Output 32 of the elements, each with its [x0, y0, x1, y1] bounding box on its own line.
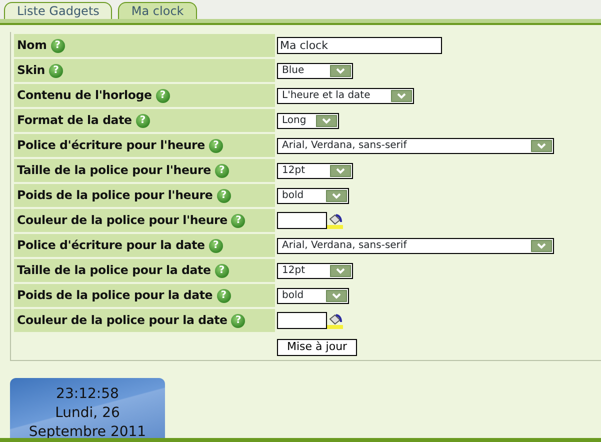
- field-label: Police d'écriture pour la date: [17, 236, 205, 254]
- paint-bucket-icon[interactable]: [327, 312, 343, 328]
- field-label: Police d'écriture pour l'heure: [17, 136, 205, 154]
- tab[interactable]: Ma clock: [118, 2, 197, 19]
- dropdown[interactable]: Arial, Verdana, sans-serif: [277, 238, 554, 254]
- field-label: Couleur de la police pour la date: [17, 312, 228, 329]
- name-field[interactable]: Ma clock: [277, 37, 442, 54]
- clock-time: 23:12:58: [56, 385, 119, 404]
- field-label: Poids de la police pour la date: [17, 286, 213, 304]
- tab[interactable]: Liste Gadgets: [4, 2, 112, 19]
- dropdown[interactable]: 12pt: [277, 162, 353, 178]
- update-button[interactable]: Mise à jour: [277, 338, 358, 356]
- field-label: Couleur de la police pour l'heure: [17, 212, 228, 229]
- dropdown[interactable]: Arial, Verdana, sans-serif: [277, 138, 554, 154]
- clock-date: Lundi, 26: [55, 404, 120, 423]
- color-field[interactable]: [277, 312, 327, 329]
- field-label: Taille de la police pour l'heure: [17, 162, 211, 179]
- dropdown[interactable]: bold: [277, 188, 349, 204]
- clock-date: Septembre 2011: [28, 423, 146, 442]
- dropdown[interactable]: 12pt: [277, 262, 353, 278]
- field-label: Skin: [17, 62, 45, 79]
- dropdown[interactable]: bold: [277, 288, 349, 304]
- field-label: Contenu de l'horloge: [17, 86, 152, 104]
- dropdown[interactable]: L'heure et la date: [277, 88, 414, 104]
- paint-bucket-icon[interactable]: [327, 212, 343, 228]
- dropdown[interactable]: Long: [277, 112, 339, 128]
- color-field[interactable]: [277, 212, 327, 229]
- field-label: Format de la date: [17, 112, 132, 129]
- field-label: Taille de la police pour la date: [17, 262, 211, 279]
- field-label: Nom: [17, 36, 47, 54]
- field-label: Poids de la police pour l'heure: [17, 186, 213, 204]
- dropdown[interactable]: Blue: [277, 62, 353, 78]
